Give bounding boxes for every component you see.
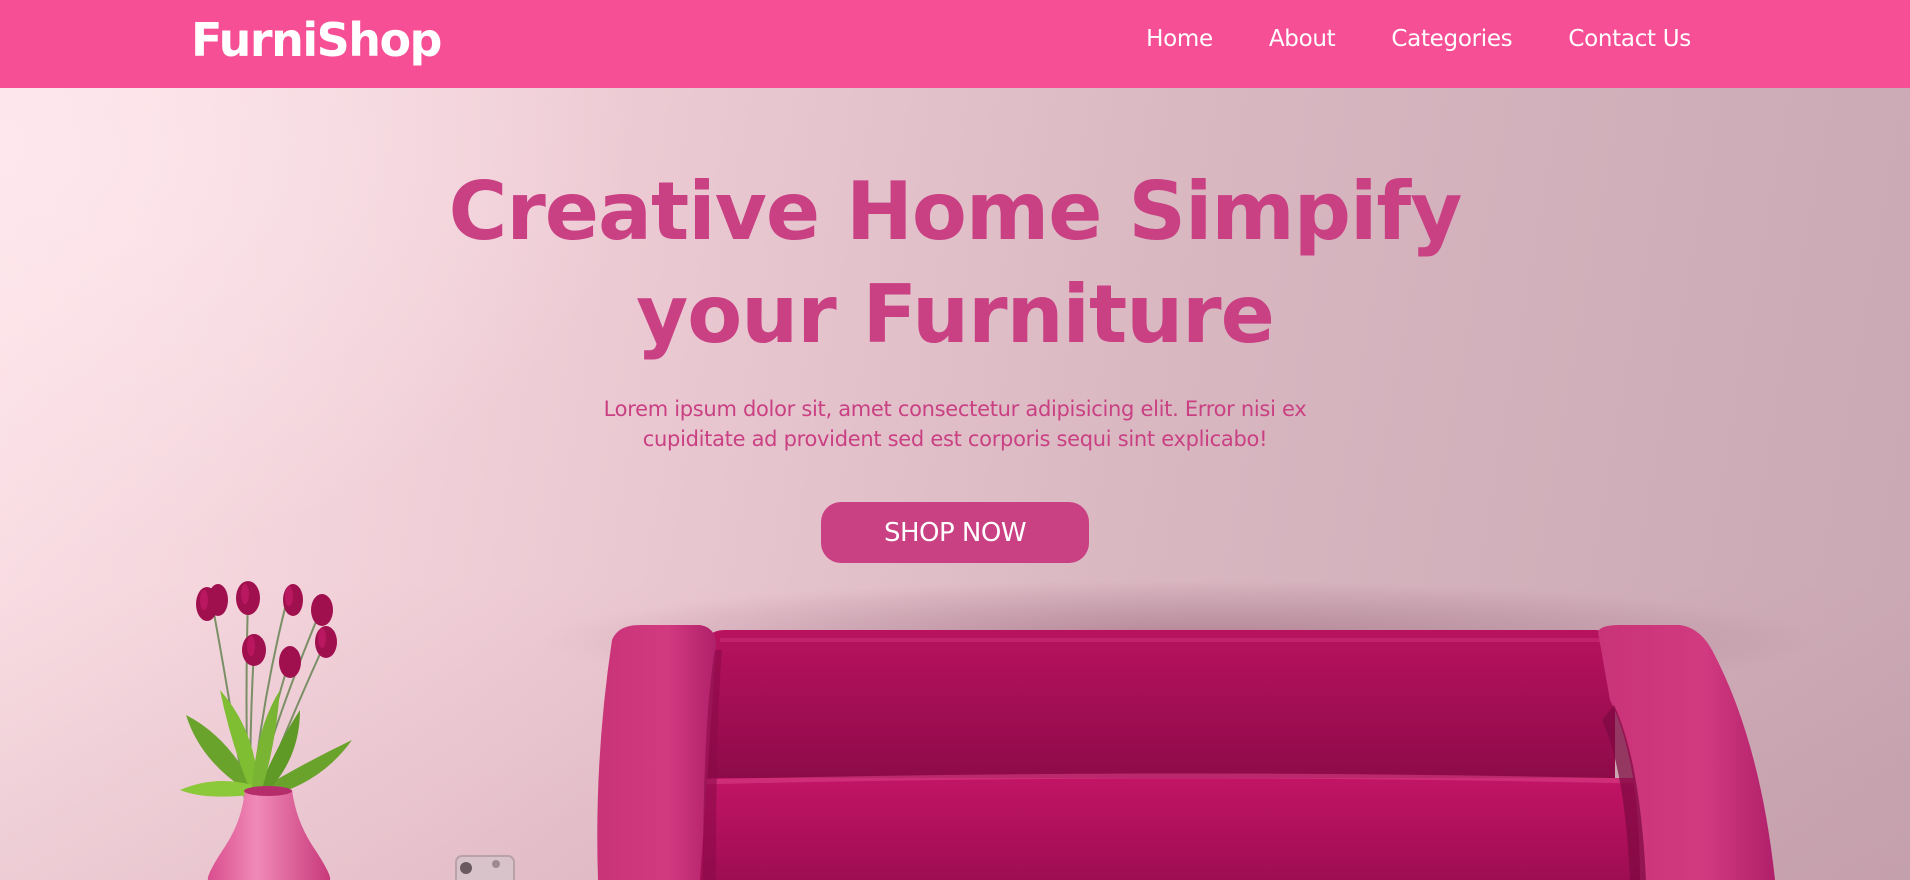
hero-title: Creative Home Simpify your Furniture	[448, 165, 1463, 361]
landing-page: FurniShop Home About Categories Contact …	[0, 0, 1910, 880]
nav-contact-link[interactable]: Contact Us	[1568, 26, 1691, 52]
shop-now-button[interactable]: SHOP NOW	[821, 502, 1089, 563]
nav-links: Home About Categories Contact Us	[1146, 26, 1691, 52]
nav-about-link[interactable]: About	[1269, 26, 1336, 52]
wall-shadow	[0, 580, 1910, 880]
nav-home-link[interactable]: Home	[1146, 26, 1213, 52]
navbar: FurniShop Home About Categories Contact …	[0, 0, 1910, 88]
logo[interactable]: FurniShop	[191, 13, 443, 67]
nav-categories-link[interactable]: Categories	[1391, 26, 1512, 52]
hero-description: Lorem ipsum dolor sit, amet consectetur …	[603, 397, 1307, 451]
